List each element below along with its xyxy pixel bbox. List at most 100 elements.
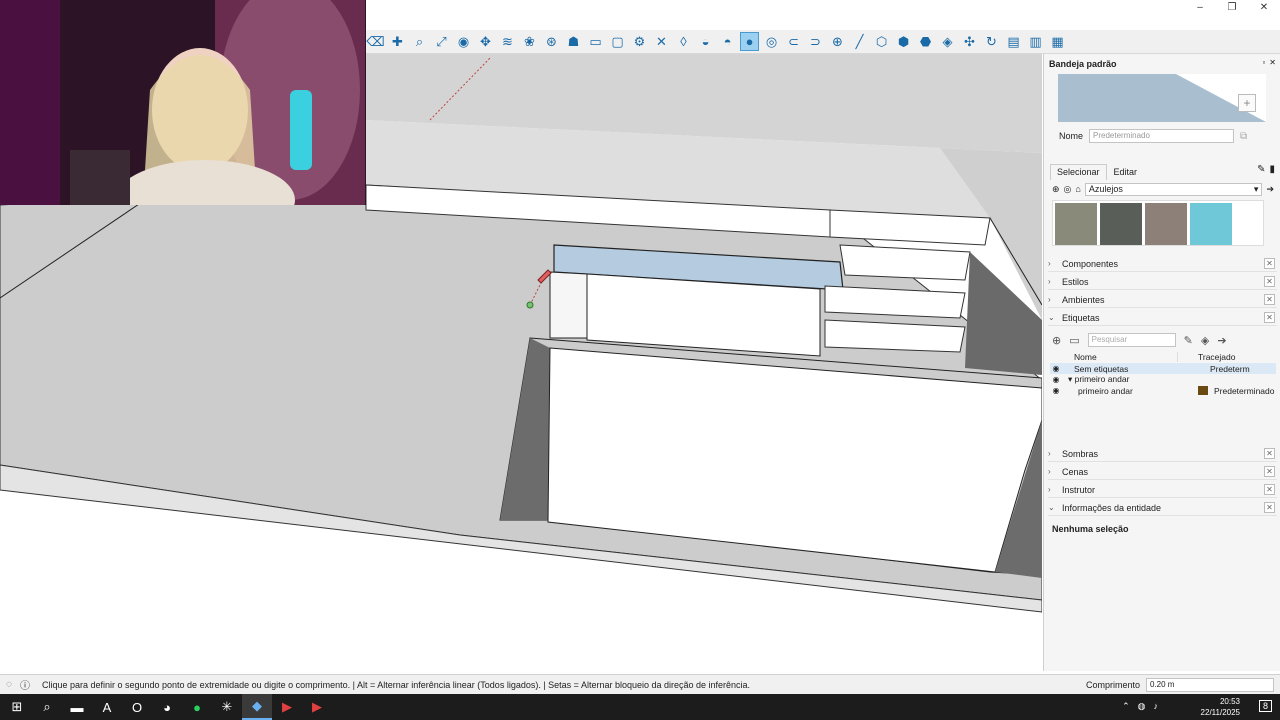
create-material-button[interactable]: +: [1238, 94, 1256, 112]
tray-section[interactable]: › Componentes ✕: [1048, 256, 1277, 272]
geo-icon[interactable]: ◌: [6, 679, 12, 690]
info-icon[interactable]: ⓘ: [20, 677, 30, 692]
file-explorer-icon[interactable]: ▬: [62, 694, 92, 720]
eyedropper-icon[interactable]: ✎: [1257, 164, 1265, 180]
spotify-icon[interactable]: ●: [182, 694, 212, 720]
tag-paint-icon[interactable]: ✎: [1184, 334, 1193, 347]
tag-details-icon[interactable]: ➔: [1217, 334, 1226, 347]
tray-lower-section[interactable]: › Sombras ✕: [1048, 446, 1277, 462]
zoom-icon[interactable]: ⌕: [410, 32, 429, 51]
windows-icon[interactable]: ⊞: [2, 694, 32, 720]
visibility-eye-icon[interactable]: ◉: [1050, 375, 1062, 384]
section-close-icon[interactable]: ✕: [1264, 294, 1275, 305]
measure-input[interactable]: 0.20 m: [1146, 678, 1274, 692]
section-icon[interactable]: ⊛: [542, 32, 561, 51]
chatgpt-icon[interactable]: ✳: [212, 694, 242, 720]
magnet-active-icon[interactable]: ⊃: [806, 32, 825, 51]
tag-dash[interactable]: Predeterminado: [1214, 386, 1274, 396]
walk-icon[interactable]: ≋: [498, 32, 517, 51]
move-icon[interactable]: ✣: [960, 32, 979, 51]
tag-row[interactable]: ◉ Sem etiquetas Predeterm: [1050, 363, 1276, 374]
cube2-icon[interactable]: ⬢: [894, 32, 913, 51]
network-icon[interactable]: ◍: [1138, 701, 1146, 712]
section-close-icon[interactable]: ✕: [1264, 502, 1275, 513]
select-icon[interactable]: ▭: [586, 32, 605, 51]
visibility-eye-icon[interactable]: ◉: [1050, 386, 1062, 395]
add-folder-icon[interactable]: ▭: [1069, 334, 1079, 347]
app-red2-icon[interactable]: ▶: [302, 694, 332, 720]
rotate-icon[interactable]: ↻: [982, 32, 1001, 51]
tag-row[interactable]: ◉ primeiro andar Predeterminado: [1050, 385, 1276, 396]
tags-col-name[interactable]: Nome: [1074, 351, 1178, 362]
water-icon[interactable]: ◒: [696, 32, 715, 51]
material-swatch[interactable]: [1055, 203, 1097, 245]
tray-section[interactable]: › Ambientes ✕: [1048, 292, 1277, 308]
section-close-icon[interactable]: ✕: [1264, 312, 1275, 323]
library-back-icon[interactable]: ⊕: [1052, 184, 1060, 195]
close-button[interactable]: ✕: [1248, 0, 1280, 14]
visibility-eye-icon[interactable]: ◉: [1050, 364, 1062, 373]
rectangle-icon[interactable]: ▢: [608, 32, 627, 51]
library-select[interactable]: Azulejos ▾: [1084, 182, 1263, 196]
discord-icon[interactable]: ◕: [152, 694, 182, 720]
cube3-icon[interactable]: ⬣: [916, 32, 935, 51]
home-icon[interactable]: ⌂: [1075, 184, 1080, 194]
line-icon[interactable]: ╱: [850, 32, 869, 51]
add-tag-icon[interactable]: ⊕: [1052, 334, 1061, 347]
layer2-icon[interactable]: ▥: [1026, 32, 1045, 51]
tray-section[interactable]: › Estilos ✕: [1048, 274, 1277, 290]
library-forward-icon[interactable]: ◎: [1064, 184, 1072, 195]
section-close-icon[interactable]: ✕: [1264, 466, 1275, 477]
notifications-badge[interactable]: 8: [1258, 700, 1272, 712]
opera-icon[interactable]: O: [122, 694, 152, 720]
material-swatch[interactable]: [1145, 203, 1187, 245]
eraser-icon[interactable]: ⌫: [366, 32, 385, 51]
trash-icon[interactable]: ▮: [1269, 164, 1275, 180]
tab-select[interactable]: Selecionar: [1050, 164, 1107, 180]
zoom-extents-icon[interactable]: ⤢: [432, 32, 451, 51]
dock-icon[interactable]: ▫: [1262, 58, 1265, 67]
fog-icon[interactable]: ◊: [674, 32, 693, 51]
pan-icon[interactable]: ✥: [476, 32, 495, 51]
clock[interactable]: 20:53 22/11/2025: [1201, 696, 1240, 718]
cube-icon[interactable]: ⬡: [872, 32, 891, 51]
panel-close-icon[interactable]: ✕: [1269, 58, 1276, 67]
tag-name[interactable]: ▾ primeiro andar: [1068, 374, 1188, 385]
magnet-icon[interactable]: ⊂: [784, 32, 803, 51]
add-icon[interactable]: ⊕: [828, 32, 847, 51]
maximize-button[interactable]: ❐: [1216, 0, 1248, 14]
search-icon[interactable]: ⌕: [32, 694, 62, 720]
material-swatch[interactable]: [1100, 203, 1142, 245]
section-close-icon[interactable]: ✕: [1264, 276, 1275, 287]
material-copy-icon[interactable]: ⧉: [1240, 131, 1247, 142]
tray-section[interactable]: ⌄ Etiquetas ✕: [1048, 310, 1277, 326]
minimize-button[interactable]: –: [1184, 0, 1216, 14]
orbit-icon[interactable]: ◉: [454, 32, 473, 51]
component-icon[interactable]: ☗: [564, 32, 583, 51]
shadow-icon[interactable]: ◓: [718, 32, 737, 51]
tray-lower-section[interactable]: › Instrutor ✕: [1048, 482, 1277, 498]
look-icon[interactable]: ❀: [520, 32, 539, 51]
section-close-icon[interactable]: ✕: [1264, 258, 1275, 269]
app-a-icon[interactable]: A: [92, 694, 122, 720]
layer-icon[interactable]: ▤: [1004, 32, 1023, 51]
tray-lower-section[interactable]: › Cenas ✕: [1048, 464, 1277, 480]
style-icon[interactable]: ◎: [762, 32, 781, 51]
paint-icon[interactable]: ✚: [388, 32, 407, 51]
tag-color-icon[interactable]: ◈: [1201, 334, 1209, 347]
tray-lower-section[interactable]: ⌄ Informações da entidade ✕: [1048, 500, 1277, 516]
layer3-icon[interactable]: ▦: [1048, 32, 1067, 51]
sketchup-icon[interactable]: ◆: [242, 694, 272, 720]
cube4-icon[interactable]: ◈: [938, 32, 957, 51]
tag-dash[interactable]: Predeterm: [1210, 364, 1250, 374]
app-red-icon[interactable]: ▶: [272, 694, 302, 720]
tray-chevron-icon[interactable]: ⌃: [1122, 701, 1130, 712]
settings-icon[interactable]: ⚙: [630, 32, 649, 51]
material-swatch[interactable]: [1190, 203, 1232, 245]
section-close-icon[interactable]: ✕: [1264, 484, 1275, 495]
drop-icon[interactable]: ●: [740, 32, 759, 51]
tags-search-input[interactable]: Pesquisar: [1087, 333, 1176, 347]
tag-name[interactable]: Sem etiquetas: [1074, 364, 1194, 374]
library-details-icon[interactable]: ➔: [1266, 184, 1274, 195]
section-close-icon[interactable]: ✕: [1264, 448, 1275, 459]
